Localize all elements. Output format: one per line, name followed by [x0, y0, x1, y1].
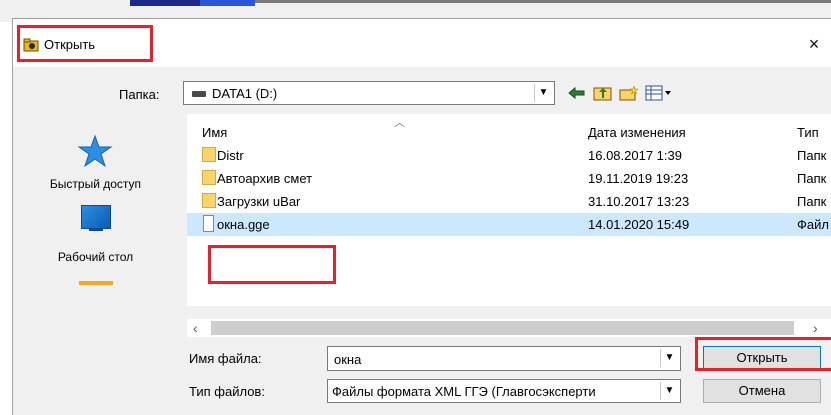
chevron-down-icon[interactable]: ▼: [534, 84, 552, 102]
sort-up-icon: ︿: [394, 117, 405, 129]
file-type: Папк: [797, 171, 827, 186]
annotation-highlight-open: [695, 337, 831, 371]
folder-label: Папка:: [119, 87, 160, 102]
new-folder-icon[interactable]: [617, 81, 641, 105]
column-header: Имя ︿ Дата изменения Тип: [187, 114, 831, 144]
filename-label: Имя файла:: [189, 351, 262, 366]
close-button[interactable]: ×: [799, 29, 829, 59]
list-item-selected[interactable]: окна.gge 14.01.2020 15:49 Файл: [187, 213, 831, 236]
folder-select[interactable]: DATA1 (D:) ▼: [183, 81, 555, 105]
scroll-left-icon[interactable]: ‹: [193, 320, 207, 336]
file-type: Папк: [797, 194, 827, 209]
strip-band: [255, 0, 831, 3]
desktop-stand: [89, 229, 103, 231]
file-type: Папк: [797, 148, 827, 163]
file-date: 16.08.2017 1:39: [588, 148, 682, 163]
cancel-button[interactable]: Отмена: [703, 379, 821, 403]
file-name: окна.gge: [217, 217, 270, 232]
star-icon[interactable]: [77, 134, 113, 170]
filetype-value: Файлы формата XML ГГЭ (Главгосэксперти: [332, 384, 596, 399]
file-icon: [203, 215, 214, 232]
list-item[interactable]: Загрузки uBar 31.10.2017 13:23 Папк: [187, 190, 831, 213]
column-date[interactable]: Дата изменения: [588, 125, 686, 140]
place-quick-access[interactable]: Быстрый доступ: [13, 177, 178, 191]
open-file-dialog: Открыть × Папка: DATA1 (D:) ▼ Быстрый до…: [12, 18, 831, 415]
column-type[interactable]: Тип: [797, 125, 819, 140]
file-name: Автоархив смет: [217, 171, 313, 186]
file-name: Distr: [217, 148, 244, 163]
place-desktop[interactable]: Рабочий стол: [13, 250, 178, 264]
view-menu-icon[interactable]: [643, 81, 675, 105]
filetype-label: Тип файлов:: [189, 384, 265, 399]
file-name: Загрузки uBar: [217, 194, 301, 209]
library-icon[interactable]: [79, 281, 113, 285]
folder-icon: [202, 147, 216, 162]
scrollbar-thumb[interactable]: [211, 321, 794, 335]
filename-input[interactable]: окна ▼: [327, 346, 681, 371]
folder-select-value: DATA1 (D:): [212, 86, 278, 101]
filetype-select[interactable]: Файлы формата XML ГГЭ (Главгосэксперти ▼: [327, 379, 681, 403]
file-date: 19.11.2019 19:23: [588, 171, 689, 186]
list-item[interactable]: Автоархив смет 19.11.2019 19:23 Папк: [187, 167, 831, 190]
annotation-highlight-file: [208, 245, 336, 284]
drive-icon: [192, 91, 206, 97]
back-arrow-icon[interactable]: [565, 81, 589, 105]
folder-icon: [202, 170, 216, 185]
chevron-down-icon[interactable]: ▼: [660, 382, 678, 400]
folder-icon: [202, 193, 216, 208]
column-name[interactable]: Имя: [202, 125, 227, 140]
file-type: Файл: [797, 217, 829, 232]
up-folder-icon[interactable]: [591, 81, 615, 105]
scroll-right-icon[interactable]: ›: [813, 320, 827, 336]
file-date: 14.01.2020 15:49: [588, 217, 690, 232]
strip-band: [130, 0, 200, 6]
filename-value: окна: [334, 352, 362, 367]
horizontal-scrollbar[interactable]: ‹ ›: [187, 319, 831, 337]
chevron-down-icon[interactable]: ▼: [660, 349, 678, 367]
file-date: 31.10.2017 13:23: [588, 194, 690, 209]
list-item[interactable]: Distr 16.08.2017 1:39 Папк: [187, 144, 831, 167]
desktop-icon[interactable]: [81, 205, 111, 229]
strip-band: [200, 0, 255, 6]
annotation-highlight-title: [17, 25, 153, 62]
